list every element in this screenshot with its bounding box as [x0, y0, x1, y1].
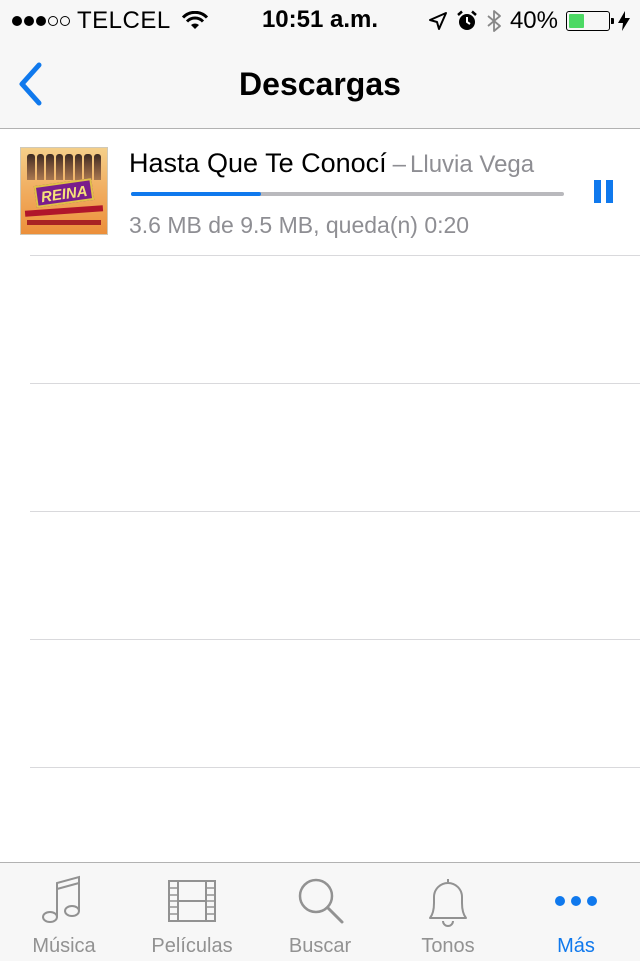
song-info: Hasta Que Te Conocí – Lluvia Vega	[129, 148, 534, 179]
signal-dot	[12, 16, 22, 26]
battery-level	[569, 14, 584, 28]
page-title: Descargas	[239, 66, 401, 102]
bluetooth-icon	[487, 10, 501, 32]
tab-tonos[interactable]: Tonos	[384, 863, 512, 961]
tab-peliculas[interactable]: Películas	[128, 863, 256, 961]
tab-label-mas: Más	[557, 935, 595, 957]
album-art: REINA	[20, 147, 108, 235]
list-separator	[30, 255, 640, 256]
status-bar-left: TELCEL	[12, 7, 209, 35]
search-icon	[298, 878, 344, 924]
song-separator: –	[392, 151, 407, 178]
download-progress-fill	[131, 192, 261, 196]
signal-dot	[24, 16, 34, 26]
carrier-name: TELCEL	[77, 7, 171, 34]
tab-musica[interactable]: Música	[0, 863, 128, 961]
battery-icon	[566, 11, 614, 31]
list-separator	[30, 767, 640, 768]
song-artist: Lluvia Vega	[410, 151, 535, 178]
signal-dot	[36, 16, 46, 26]
status-bar-right: 40%	[428, 7, 630, 35]
film-icon	[168, 880, 216, 922]
tab-label-peliculas: Películas	[151, 935, 233, 957]
charging-bolt-icon	[618, 11, 630, 31]
tab-label-musica: Música	[32, 935, 96, 957]
back-button[interactable]	[14, 60, 48, 108]
song-title: Hasta Que Te Conocí	[129, 148, 387, 178]
pause-button[interactable]	[590, 178, 618, 206]
album-logo: REINA	[33, 178, 95, 208]
tab-mas[interactable]: Más	[512, 863, 640, 961]
list-separator	[30, 639, 640, 640]
bell-icon	[429, 879, 467, 927]
music-note-icon	[42, 875, 80, 923]
navigation-bar: Descargas	[0, 40, 640, 129]
tab-label-tonos: Tonos	[421, 935, 475, 957]
tab-label-buscar: Buscar	[288, 935, 352, 957]
signal-dot	[60, 16, 70, 26]
wifi-icon	[181, 11, 208, 29]
battery-percent: 40%	[509, 7, 558, 34]
signal-dot	[48, 16, 58, 26]
alarm-icon	[457, 10, 477, 30]
chevron-left-icon	[19, 62, 42, 106]
list-separator	[30, 383, 640, 384]
status-bar: TELCEL 10:51 a.m. 40%	[0, 0, 640, 40]
download-status: 3.6 MB de 9.5 MB, queda(n) 0:20	[129, 212, 470, 238]
tab-bar: Música Películas Buscar Tonos Más	[0, 862, 640, 961]
tab-buscar[interactable]: Buscar	[256, 863, 384, 961]
location-arrow-icon	[428, 12, 447, 30]
download-progress-bar	[131, 192, 564, 196]
album-art-people	[27, 154, 101, 180]
list-separator	[30, 511, 640, 512]
signal-strength-icon	[12, 16, 70, 26]
more-dots-icon	[555, 896, 597, 906]
